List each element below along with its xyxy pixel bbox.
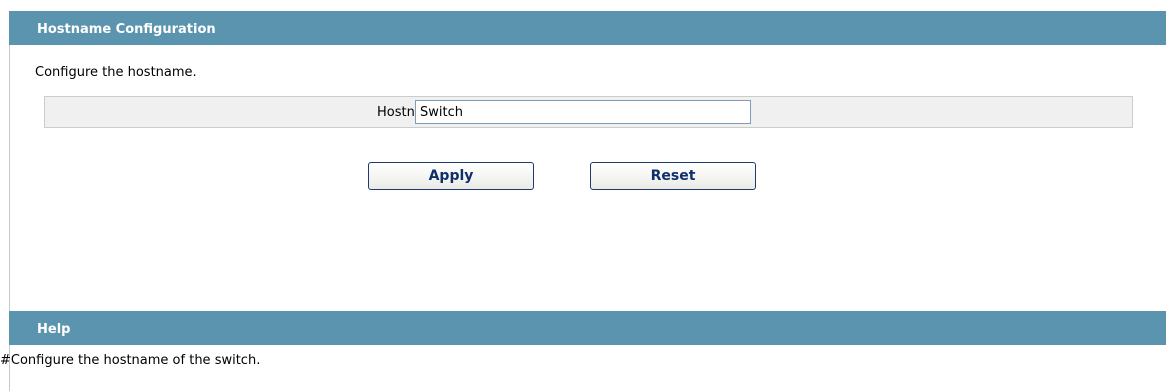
hostname-form-row: Hostname* (44, 96, 1133, 128)
hostname-input[interactable] (415, 100, 751, 124)
config-section-header: Hostname Configuration (9, 11, 1166, 45)
reset-button[interactable]: Reset (590, 162, 756, 190)
apply-button[interactable]: Apply (368, 162, 534, 190)
help-section-title: Help (37, 322, 71, 337)
config-description: Configure the hostname. (35, 65, 197, 80)
help-section-header: Help (9, 311, 1166, 345)
help-text: #Configure the hostname of the switch. (0, 353, 261, 368)
config-section-title: Hostname Configuration (37, 22, 216, 37)
